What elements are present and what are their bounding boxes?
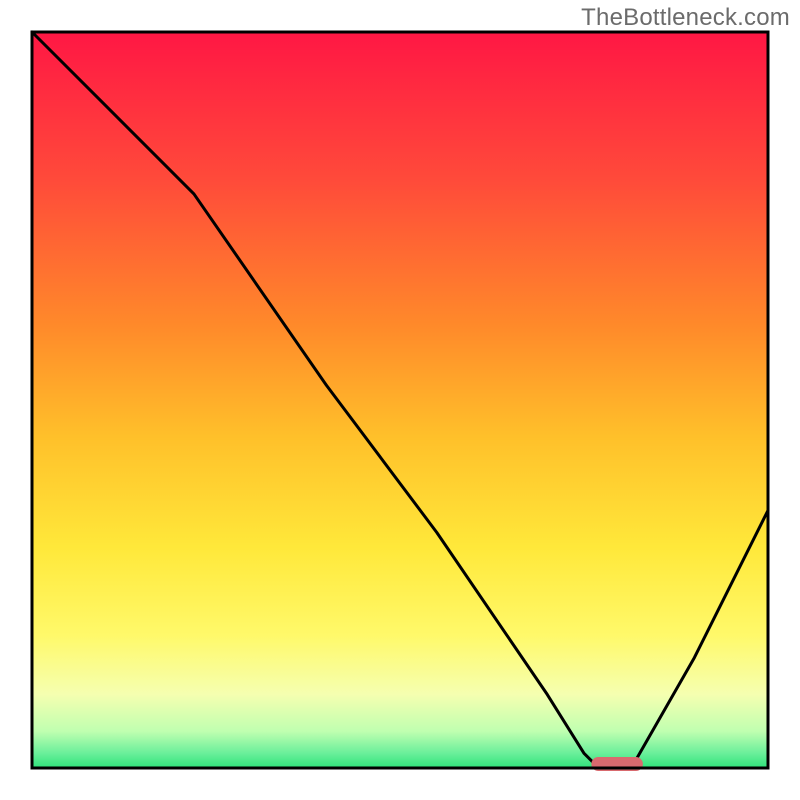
watermark-text: TheBottleneck.com xyxy=(581,4,790,32)
plot-area xyxy=(32,32,768,771)
chart-container: TheBottleneck.com xyxy=(0,0,800,800)
bottleneck-chart xyxy=(0,0,800,800)
